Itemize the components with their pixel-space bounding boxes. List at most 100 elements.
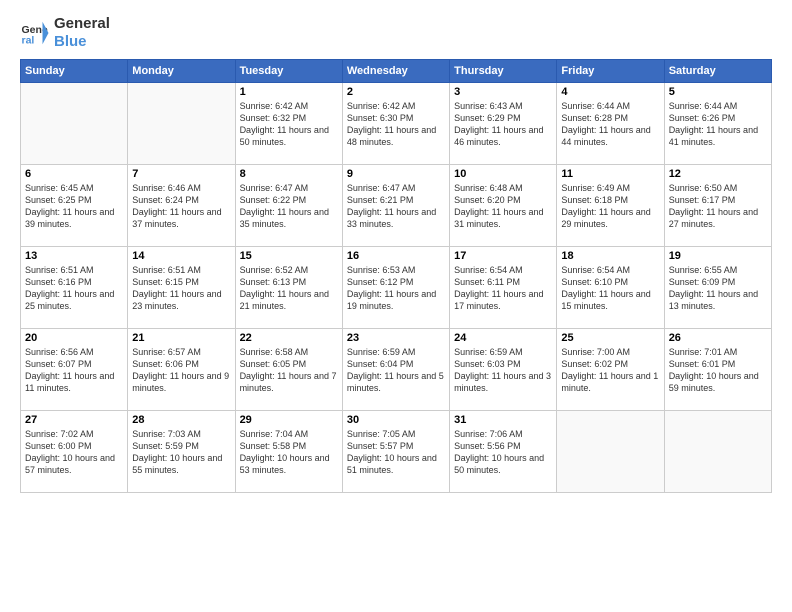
- calendar-week-row: 27 Sunrise: 7:02 AM Sunset: 6:00 PM Dayli…: [21, 411, 772, 493]
- calendar-cell: 6 Sunrise: 6:45 AM Sunset: 6:25 PM Daylig…: [21, 165, 128, 247]
- calendar-cell: 18Sunrise: 6:54 AM Sunset: 6:10 PM Dayli…: [557, 247, 664, 329]
- header: Gene ral General Blue: [20, 15, 772, 51]
- calendar-cell: 9 Sunrise: 6:47 AM Sunset: 6:21 PM Daylig…: [342, 165, 449, 247]
- day-info: Sunrise: 6:59 AM Sunset: 6:03 PM Dayligh…: [454, 346, 552, 395]
- calendar-cell: 21 Sunrise: 6:57 AM Sunset: 6:06 PM Dayli…: [128, 329, 235, 411]
- day-info: Sunrise: 6:46 AM Sunset: 6:24 PM Dayligh…: [132, 182, 230, 231]
- day-info: Sunrise: 6:54 AM Sunset: 6:11 PM Dayligh…: [454, 264, 552, 313]
- day-info: Sunrise: 6:45 AM Sunset: 6:25 PM Dayligh…: [25, 182, 123, 231]
- calendar-header-row: SundayMondayTuesdayWednesdayThursdayFrid…: [21, 60, 772, 83]
- calendar-week-row: 20Sunrise: 6:56 AM Sunset: 6:07 PM Dayli…: [21, 329, 772, 411]
- logo-icon: Gene ral: [20, 18, 50, 48]
- calendar-week-row: 13 Sunrise: 6:51 AM Sunset: 6:16 PM Dayli…: [21, 247, 772, 329]
- calendar-cell: 15 Sunrise: 6:52 AM Sunset: 6:13 PM Dayli…: [235, 247, 342, 329]
- day-number: 14: [132, 250, 230, 262]
- day-number: 31: [454, 414, 552, 426]
- svg-text:ral: ral: [22, 35, 35, 47]
- day-number: 2: [347, 86, 445, 98]
- day-number: 9: [347, 168, 445, 180]
- calendar-cell: 4 Sunrise: 6:44 AM Sunset: 6:28 PM Daylig…: [557, 83, 664, 165]
- day-number: 28: [132, 414, 230, 426]
- day-info: Sunrise: 7:02 AM Sunset: 6:00 PM Dayligh…: [25, 428, 123, 477]
- calendar-cell: 12 Sunrise: 6:50 AM Sunset: 6:17 PM Dayli…: [664, 165, 771, 247]
- calendar-cell: [557, 411, 664, 493]
- day-number: 30: [347, 414, 445, 426]
- day-number: 15: [240, 250, 338, 262]
- calendar-cell: 2 Sunrise: 6:42 AM Sunset: 6:30 PM Daylig…: [342, 83, 449, 165]
- logo-blue: Blue: [54, 33, 110, 51]
- calendar-cell: 25 Sunrise: 7:00 AM Sunset: 6:02 PM Dayli…: [557, 329, 664, 411]
- calendar-cell: 3Sunrise: 6:43 AM Sunset: 6:29 PM Daylig…: [450, 83, 557, 165]
- calendar-cell: 26 Sunrise: 7:01 AM Sunset: 6:01 PM Dayli…: [664, 329, 771, 411]
- calendar-cell: 31 Sunrise: 7:06 AM Sunset: 5:56 PM Dayli…: [450, 411, 557, 493]
- calendar-cell: 11 Sunrise: 6:49 AM Sunset: 6:18 PM Dayli…: [557, 165, 664, 247]
- day-info: Sunrise: 7:00 AM Sunset: 6:02 PM Dayligh…: [561, 346, 659, 395]
- calendar-cell: 17Sunrise: 6:54 AM Sunset: 6:11 PM Dayli…: [450, 247, 557, 329]
- day-info: Sunrise: 6:50 AM Sunset: 6:17 PM Dayligh…: [669, 182, 767, 231]
- day-info: Sunrise: 6:51 AM Sunset: 6:16 PM Dayligh…: [25, 264, 123, 313]
- day-number: 21: [132, 332, 230, 344]
- calendar-cell: [664, 411, 771, 493]
- day-info: Sunrise: 7:06 AM Sunset: 5:56 PM Dayligh…: [454, 428, 552, 477]
- logo-general: General: [54, 15, 110, 33]
- calendar-day-header: Wednesday: [342, 60, 449, 83]
- calendar-day-header: Thursday: [450, 60, 557, 83]
- day-info: Sunrise: 6:58 AM Sunset: 6:05 PM Dayligh…: [240, 346, 338, 395]
- day-info: Sunrise: 6:44 AM Sunset: 6:28 PM Dayligh…: [561, 100, 659, 149]
- calendar-cell: 28Sunrise: 7:03 AM Sunset: 5:59 PM Dayli…: [128, 411, 235, 493]
- day-number: 12: [669, 168, 767, 180]
- day-info: Sunrise: 6:42 AM Sunset: 6:30 PM Dayligh…: [347, 100, 445, 149]
- calendar-cell: 29Sunrise: 7:04 AM Sunset: 5:58 PM Dayli…: [235, 411, 342, 493]
- day-number: 10: [454, 168, 552, 180]
- day-number: 7: [132, 168, 230, 180]
- day-number: 4: [561, 86, 659, 98]
- calendar-cell: 14 Sunrise: 6:51 AM Sunset: 6:15 PM Dayli…: [128, 247, 235, 329]
- day-info: Sunrise: 6:55 AM Sunset: 6:09 PM Dayligh…: [669, 264, 767, 313]
- day-number: 24: [454, 332, 552, 344]
- calendar-week-row: 1Sunrise: 6:42 AM Sunset: 6:32 PM Daylig…: [21, 83, 772, 165]
- calendar-day-header: Sunday: [21, 60, 128, 83]
- day-info: Sunrise: 6:48 AM Sunset: 6:20 PM Dayligh…: [454, 182, 552, 231]
- calendar-cell: 30Sunrise: 7:05 AM Sunset: 5:57 PM Dayli…: [342, 411, 449, 493]
- day-info: Sunrise: 6:44 AM Sunset: 6:26 PM Dayligh…: [669, 100, 767, 149]
- calendar-day-header: Saturday: [664, 60, 771, 83]
- calendar-cell: 7 Sunrise: 6:46 AM Sunset: 6:24 PM Daylig…: [128, 165, 235, 247]
- day-number: 27: [25, 414, 123, 426]
- calendar-cell: 13 Sunrise: 6:51 AM Sunset: 6:16 PM Dayli…: [21, 247, 128, 329]
- day-number: 6: [25, 168, 123, 180]
- calendar-cell: 23Sunrise: 6:59 AM Sunset: 6:04 PM Dayli…: [342, 329, 449, 411]
- calendar-cell: 16Sunrise: 6:53 AM Sunset: 6:12 PM Dayli…: [342, 247, 449, 329]
- day-info: Sunrise: 7:04 AM Sunset: 5:58 PM Dayligh…: [240, 428, 338, 477]
- day-number: 22: [240, 332, 338, 344]
- calendar-day-header: Monday: [128, 60, 235, 83]
- day-number: 19: [669, 250, 767, 262]
- day-number: 8: [240, 168, 338, 180]
- logo: Gene ral General Blue: [20, 15, 110, 51]
- day-number: 26: [669, 332, 767, 344]
- day-info: Sunrise: 6:47 AM Sunset: 6:21 PM Dayligh…: [347, 182, 445, 231]
- day-info: Sunrise: 6:52 AM Sunset: 6:13 PM Dayligh…: [240, 264, 338, 313]
- calendar-cell: 1Sunrise: 6:42 AM Sunset: 6:32 PM Daylig…: [235, 83, 342, 165]
- calendar-cell: 27 Sunrise: 7:02 AM Sunset: 6:00 PM Dayli…: [21, 411, 128, 493]
- day-info: Sunrise: 6:42 AM Sunset: 6:32 PM Dayligh…: [240, 100, 338, 149]
- day-number: 20: [25, 332, 123, 344]
- day-info: Sunrise: 6:57 AM Sunset: 6:06 PM Dayligh…: [132, 346, 230, 395]
- day-info: Sunrise: 6:49 AM Sunset: 6:18 PM Dayligh…: [561, 182, 659, 231]
- day-number: 11: [561, 168, 659, 180]
- calendar-cell: 5 Sunrise: 6:44 AM Sunset: 6:26 PM Daylig…: [664, 83, 771, 165]
- calendar-cell: 19 Sunrise: 6:55 AM Sunset: 6:09 PM Dayli…: [664, 247, 771, 329]
- page: Gene ral General Blue SundayMondayTuesda…: [0, 0, 792, 612]
- day-number: 13: [25, 250, 123, 262]
- calendar-cell: 22 Sunrise: 6:58 AM Sunset: 6:05 PM Dayli…: [235, 329, 342, 411]
- calendar-cell: [21, 83, 128, 165]
- day-number: 5: [669, 86, 767, 98]
- day-number: 16: [347, 250, 445, 262]
- calendar-cell: 10 Sunrise: 6:48 AM Sunset: 6:20 PM Dayli…: [450, 165, 557, 247]
- calendar-day-header: Tuesday: [235, 60, 342, 83]
- day-info: Sunrise: 6:51 AM Sunset: 6:15 PM Dayligh…: [132, 264, 230, 313]
- day-info: Sunrise: 7:01 AM Sunset: 6:01 PM Dayligh…: [669, 346, 767, 395]
- day-info: Sunrise: 6:47 AM Sunset: 6:22 PM Dayligh…: [240, 182, 338, 231]
- day-number: 3: [454, 86, 552, 98]
- day-number: 25: [561, 332, 659, 344]
- calendar-day-header: Friday: [557, 60, 664, 83]
